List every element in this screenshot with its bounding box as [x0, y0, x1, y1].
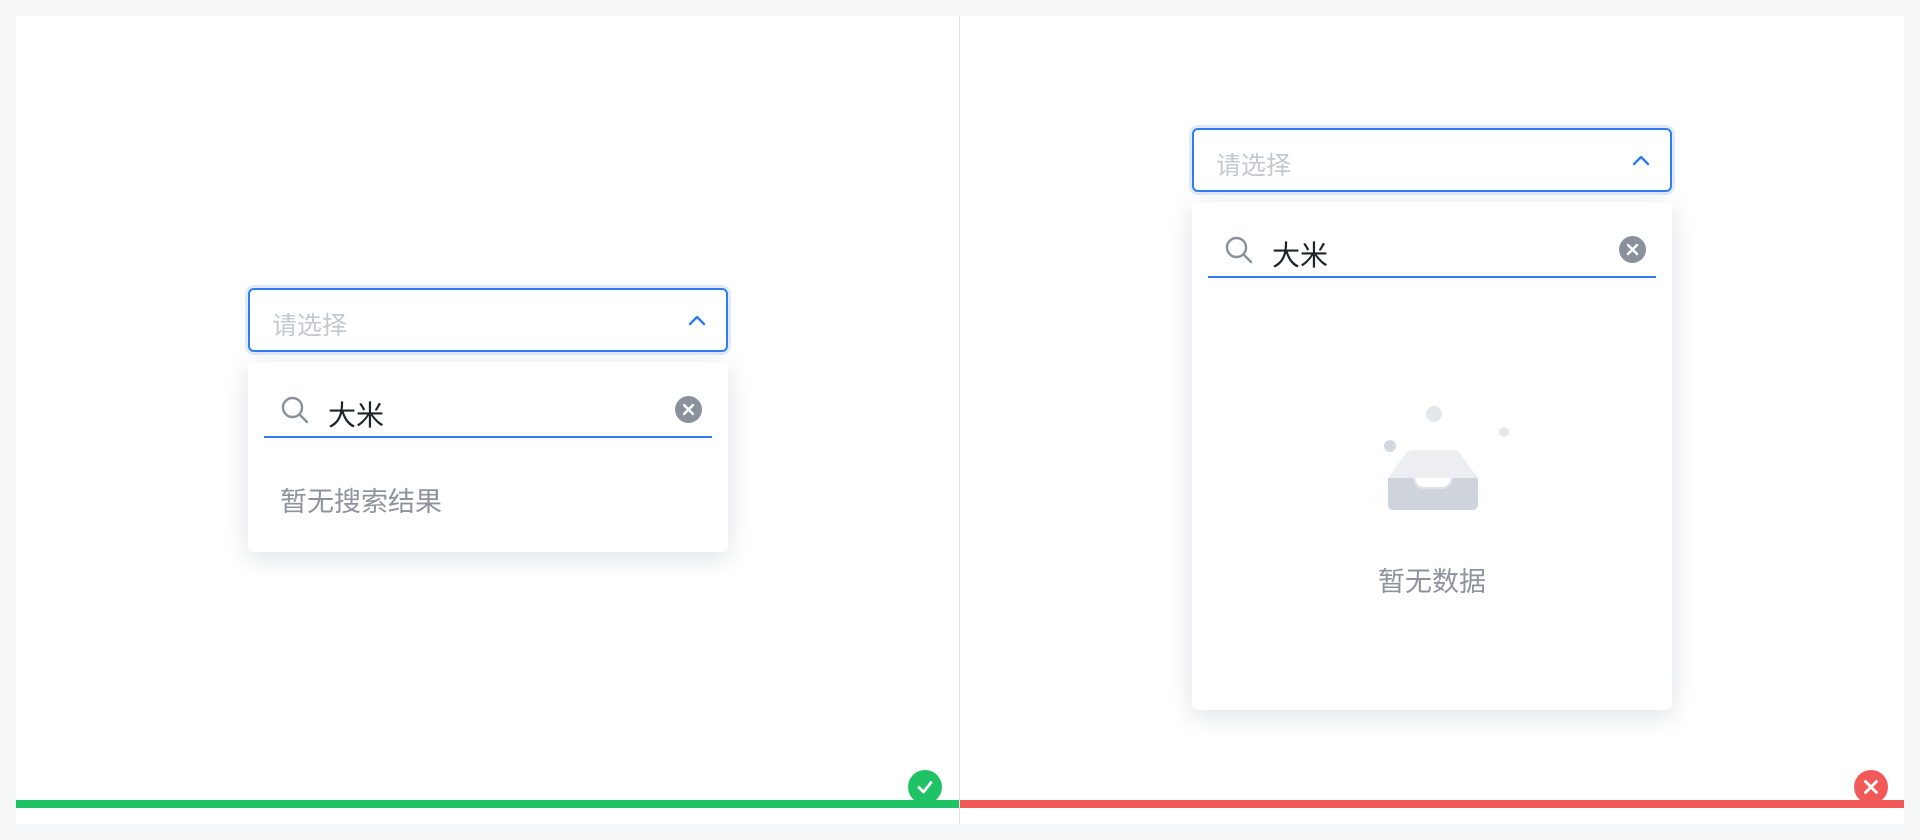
- search-input[interactable]: 大米: [328, 394, 384, 434]
- select-placeholder: 请选择: [272, 311, 348, 340]
- check-circle-icon: [908, 770, 942, 804]
- search-input[interactable]: 大米: [1272, 234, 1328, 274]
- select-dropdown: 大米 暂无数据: [1192, 202, 1672, 710]
- correct-example-panel: 请选择 大米 暂无搜索结果: [16, 16, 959, 824]
- search-icon: [1225, 236, 1253, 264]
- empty-data-text: 暂无数据: [1378, 567, 1486, 598]
- incorrect-example-panel: 请选择 大米 暂无数据: [960, 16, 1904, 824]
- search-field[interactable]: 大米: [1208, 222, 1656, 278]
- select-dropdown: 大米 暂无搜索结果: [248, 362, 728, 552]
- chevron-up-icon: [688, 315, 706, 326]
- select-placeholder: 请选择: [1216, 151, 1292, 180]
- chevron-up-icon: [1632, 155, 1650, 166]
- select-trigger[interactable]: 请选择: [248, 288, 728, 352]
- search-field[interactable]: 大米: [264, 382, 712, 438]
- no-search-result-text: 暂无搜索结果: [280, 487, 442, 518]
- select-trigger[interactable]: 请选择: [1192, 128, 1672, 192]
- clear-circle-icon[interactable]: [675, 396, 702, 423]
- empty-inbox-illustration: [1352, 406, 1512, 510]
- search-icon: [281, 396, 309, 424]
- correct-status-bar: [16, 800, 959, 808]
- comparison-frame: 请选择 大米 暂无搜索结果 请选择 大米 暂无数据: [16, 16, 1904, 824]
- incorrect-status-bar: [960, 800, 1904, 808]
- close-circle-icon: [1854, 770, 1888, 804]
- clear-circle-icon[interactable]: [1619, 236, 1646, 263]
